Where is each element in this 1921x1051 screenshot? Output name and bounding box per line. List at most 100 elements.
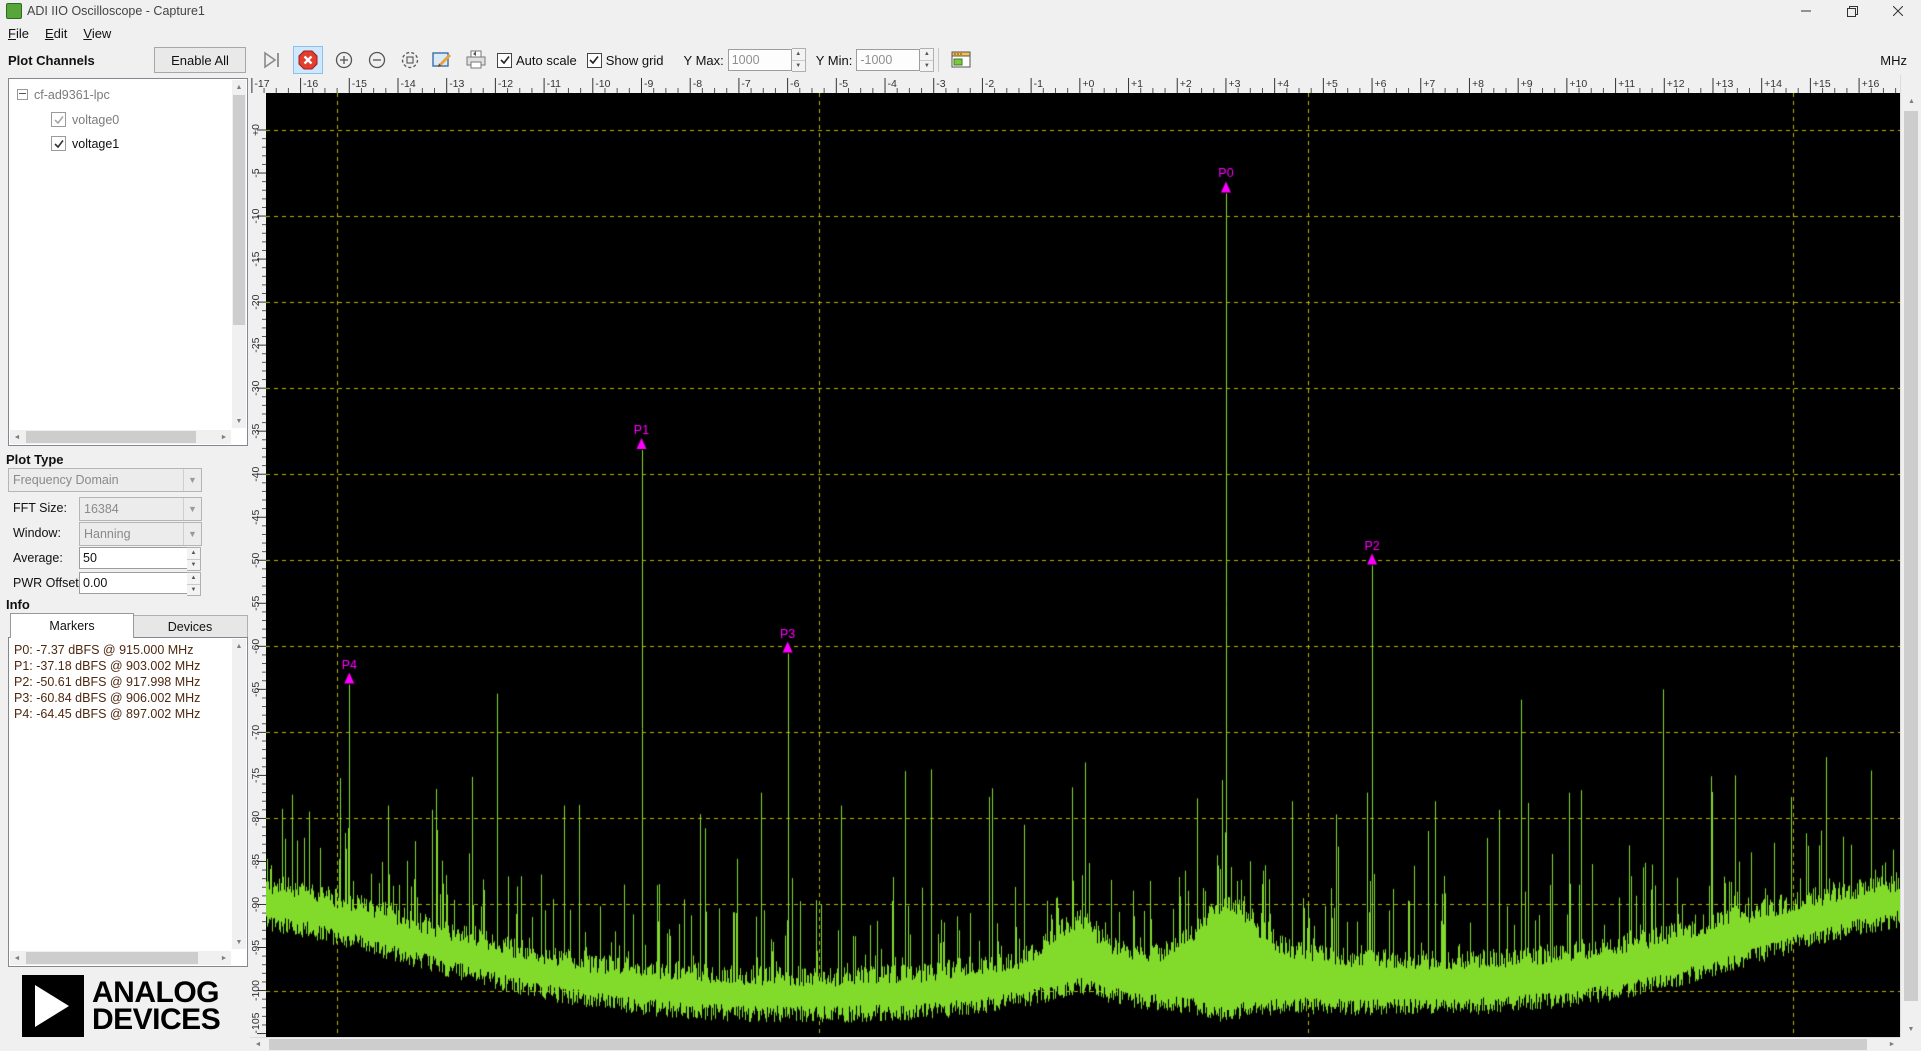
scroll-down-arrow[interactable]: ▼ [1901, 1021, 1921, 1037]
save-plot-button[interactable] [431, 48, 455, 72]
marker-readout: P0: -7.37 dBFS @ 915.000 MHz [14, 642, 247, 658]
svg-text:+4: +4 [1277, 78, 1289, 90]
svg-text:-17: -17 [254, 78, 269, 90]
scroll-right-arrow[interactable]: ► [217, 951, 231, 965]
svg-text:-9: -9 [644, 78, 653, 90]
tree-expander-collapse[interactable] [17, 89, 28, 100]
info-label: Info [6, 597, 30, 612]
svg-text:+0: +0 [250, 124, 262, 136]
app-icon [6, 3, 22, 19]
restore-button[interactable] [1829, 0, 1875, 22]
svg-text:+3: +3 [1228, 78, 1240, 90]
adi-triangle-icon [22, 975, 84, 1037]
tab-markers[interactable]: Markers [10, 613, 134, 638]
print-button[interactable] [464, 48, 488, 72]
pwr-offset-input[interactable] [79, 572, 189, 594]
scroll-right-arrow[interactable]: ► [1884, 1038, 1900, 1051]
auto-scale-checkbox[interactable]: Auto scale [497, 53, 577, 68]
svg-text:-30: -30 [250, 380, 262, 395]
plot-type-value: Frequency Domain [9, 473, 183, 487]
check-icon [589, 55, 599, 65]
svg-text:-12: -12 [498, 78, 513, 90]
markers-hscroll-thumb[interactable] [26, 952, 198, 964]
y-max-spinner[interactable]: ▲▼ [792, 48, 806, 72]
markers-vscrollbar[interactable]: ▲ ▼ [232, 639, 246, 949]
menu-file[interactable]: File [0, 24, 37, 43]
scroll-left-arrow[interactable]: ◄ [10, 430, 24, 444]
svg-text:-2: -2 [985, 78, 994, 90]
auto-scale-label: Auto scale [516, 53, 577, 68]
y-min-spinner[interactable]: ▲▼ [920, 48, 934, 72]
svg-text:-50: -50 [250, 553, 262, 568]
pwr-offset-spinner[interactable]: ▲▼ [187, 572, 201, 596]
zoom-fit-button[interactable] [398, 48, 422, 72]
scroll-down-arrow[interactable]: ▼ [232, 414, 246, 428]
show-grid-label: Show grid [606, 53, 664, 68]
capture-play-button[interactable] [260, 48, 284, 72]
scroll-up-arrow[interactable]: ▲ [1901, 93, 1921, 109]
device-node-label[interactable]: cf-ad9361-lpc [34, 88, 110, 102]
scroll-up-arrow[interactable]: ▲ [232, 639, 246, 653]
chevron-down-icon: ▼ [183, 469, 201, 491]
y-min-label: Y Min: [816, 53, 853, 68]
step-forward-icon [262, 51, 282, 69]
markers-hscrollbar[interactable]: ◄ ► [10, 951, 231, 965]
plot-vscroll-thumb[interactable] [1904, 111, 1918, 1001]
plot-vscrollbar[interactable]: ▲ ▼ [1900, 75, 1921, 1037]
marker-readout: P3: -60.84 dBFS @ 906.002 MHz [14, 690, 247, 706]
y-min-input [856, 49, 920, 71]
tree-hscroll-thumb[interactable] [26, 431, 196, 443]
plot-type-label: Plot Type [6, 452, 64, 467]
enable-all-button[interactable]: Enable All [154, 47, 246, 73]
svg-text:+0: +0 [1082, 78, 1094, 90]
minimize-button[interactable] [1783, 0, 1829, 22]
zoom-out-button[interactable] [365, 48, 389, 72]
title-bar: ADI IIO Oscilloscope - Capture1 [0, 0, 1921, 22]
fft-size-label: FFT Size: [13, 501, 67, 515]
scroll-up-arrow[interactable]: ▲ [232, 80, 246, 94]
stop-capture-button[interactable] [293, 46, 323, 74]
plot-hscroll-thumb[interactable] [269, 1039, 1867, 1050]
x-unit-label: MHz [1880, 53, 1907, 68]
voltage1-checkbox[interactable] [51, 136, 66, 151]
close-button[interactable] [1875, 0, 1921, 22]
tree-vscrollbar[interactable]: ▲ ▼ [232, 80, 246, 428]
svg-text:+11: +11 [1618, 78, 1635, 90]
voltage0-label: voltage0 [72, 113, 119, 127]
tree-vscroll-thumb[interactable] [233, 95, 245, 325]
svg-text:-8: -8 [693, 78, 702, 90]
menu-bar: File Edit View [0, 22, 1921, 45]
print-icon [465, 50, 487, 70]
scroll-right-arrow[interactable]: ► [217, 430, 231, 444]
svg-text:-15: -15 [250, 251, 262, 266]
svg-text:+6: +6 [1375, 78, 1387, 90]
toolbar-separator [938, 48, 939, 72]
spectrum-canvas[interactable] [266, 93, 1900, 1037]
average-spinner[interactable]: ▲▼ [187, 547, 201, 571]
new-plot-button[interactable] [949, 48, 973, 72]
toolbar: Plot Channels Enable All Auto scale Show… [0, 45, 1921, 75]
scroll-left-arrow[interactable]: ◄ [10, 951, 24, 965]
scroll-down-arrow[interactable]: ▼ [232, 935, 246, 949]
tab-devices[interactable]: Devices [132, 615, 248, 638]
plot-hscrollbar[interactable]: ◄ ► [250, 1037, 1900, 1051]
average-input[interactable] [79, 547, 189, 569]
scroll-left-arrow[interactable]: ◄ [250, 1038, 266, 1051]
svg-text:-80: -80 [250, 811, 262, 826]
show-grid-checkbox[interactable]: Show grid [587, 53, 664, 68]
marker-readout: P1: -37.18 dBFS @ 903.002 MHz [14, 658, 247, 674]
svg-text:+10: +10 [1569, 78, 1587, 90]
svg-text:+15: +15 [1813, 78, 1831, 90]
plot-type-combo: Frequency Domain ▼ [8, 468, 202, 492]
menu-edit[interactable]: Edit [37, 24, 75, 43]
tree-hscrollbar[interactable]: ◄ ► [10, 430, 231, 444]
svg-text:+13: +13 [1715, 78, 1733, 90]
svg-text:-10: -10 [595, 78, 610, 90]
logo-line2: DEVICES [92, 1006, 220, 1033]
zoom-in-button[interactable] [332, 48, 356, 72]
svg-text:+1: +1 [1131, 78, 1143, 90]
svg-text:-35: -35 [250, 423, 262, 438]
x-axis-ruler: -17-16-15-14-13-12-11-10-9-8-7-6-5-4-3-2… [250, 75, 1900, 93]
voltage1-label: voltage1 [72, 137, 119, 151]
menu-view[interactable]: View [75, 24, 119, 43]
